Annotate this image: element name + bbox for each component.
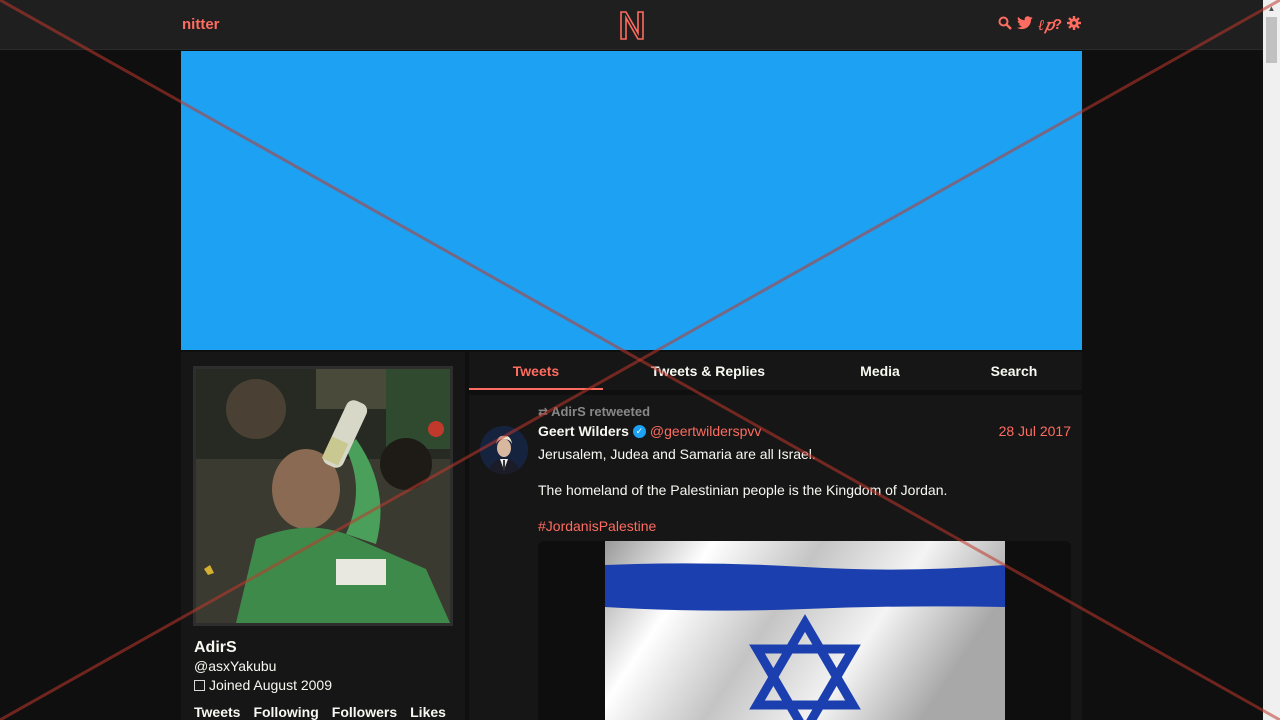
tweet-author-avatar[interactable] — [480, 426, 528, 474]
tweet-image[interactable] — [605, 541, 1005, 720]
nitter-brand-link[interactable]: nitter — [182, 16, 220, 33]
scroll-up-arrow-icon[interactable]: ▲ — [1263, 0, 1280, 17]
twitter-icon[interactable] — [1017, 16, 1033, 35]
tab-search[interactable]: Search — [969, 352, 1059, 390]
profile-joined-date: Joined August 2009 — [194, 677, 332, 693]
timeline: ⇄ AdirS retweeted Geert Wilders ✓ @geertwil… — [469, 395, 1082, 720]
tweet-paragraph: Jerusalem, Judea and Samaria are all Isr… — [538, 446, 816, 462]
tab-tweets-and-replies[interactable]: Tweets & Replies — [629, 352, 787, 390]
stat-following[interactable]: Following — [253, 704, 318, 720]
hashtag-link[interactable]: #JordanisPalestine — [538, 518, 656, 534]
tweet-author-handle[interactable]: @geertwilderspvv — [650, 423, 761, 439]
retweet-icon: ⇄ — [538, 405, 549, 419]
tab-media[interactable]: Media — [837, 352, 923, 390]
tab-tweets[interactable]: Tweets — [469, 352, 603, 390]
calendar-icon — [194, 680, 205, 691]
stat-likes[interactable]: Likes — [410, 704, 446, 720]
joined-label: Joined August 2009 — [209, 677, 332, 693]
scroll-thumb[interactable] — [1266, 17, 1277, 63]
tweet-date-link[interactable]: 28 Jul 2017 — [999, 423, 1071, 439]
search-icon[interactable] — [998, 16, 1012, 35]
tweet-paragraph: The homeland of the Palestinian people i… — [538, 482, 948, 498]
top-navbar: nitter ℓ𝑝 ? — [0, 0, 1263, 50]
tweet-media[interactable] — [538, 541, 1071, 720]
vertical-scrollbar[interactable]: ▲ — [1263, 0, 1280, 720]
settings-icon[interactable] — [1067, 16, 1081, 35]
profile-card: AdirS @asxYakubu Joined August 2009 Twee… — [181, 352, 465, 720]
retweet-label: AdirS retweeted — [551, 404, 651, 419]
rss-icon[interactable]: ℓ𝑝 — [1038, 16, 1054, 34]
tweet-body: Jerusalem, Judea and Samaria are all Isr… — [538, 445, 1068, 553]
stat-followers[interactable]: Followers — [332, 704, 397, 720]
profile-username[interactable]: @asxYakubu — [194, 658, 276, 674]
profile-stats: Tweets Following Followers Likes — [194, 704, 459, 720]
stat-tweets[interactable]: Tweets — [194, 704, 240, 720]
tweet-author-name[interactable]: Geert Wilders — [538, 423, 629, 439]
help-icon[interactable]: ? — [1053, 16, 1062, 34]
profile-avatar[interactable] — [193, 366, 453, 626]
profile-banner[interactable] — [181, 51, 1082, 350]
tweet-author-line: Geert Wilders ✓ @geertwilderspvv — [538, 423, 761, 439]
nitter-logo-icon[interactable] — [618, 9, 646, 41]
profile-fullname[interactable]: AdirS — [194, 639, 237, 657]
verified-badge-icon: ✓ — [632, 424, 646, 438]
timeline-tabs: Tweets Tweets & Replies Media Search — [469, 352, 1082, 390]
retweet-header: ⇄ AdirS retweeted — [538, 404, 650, 419]
